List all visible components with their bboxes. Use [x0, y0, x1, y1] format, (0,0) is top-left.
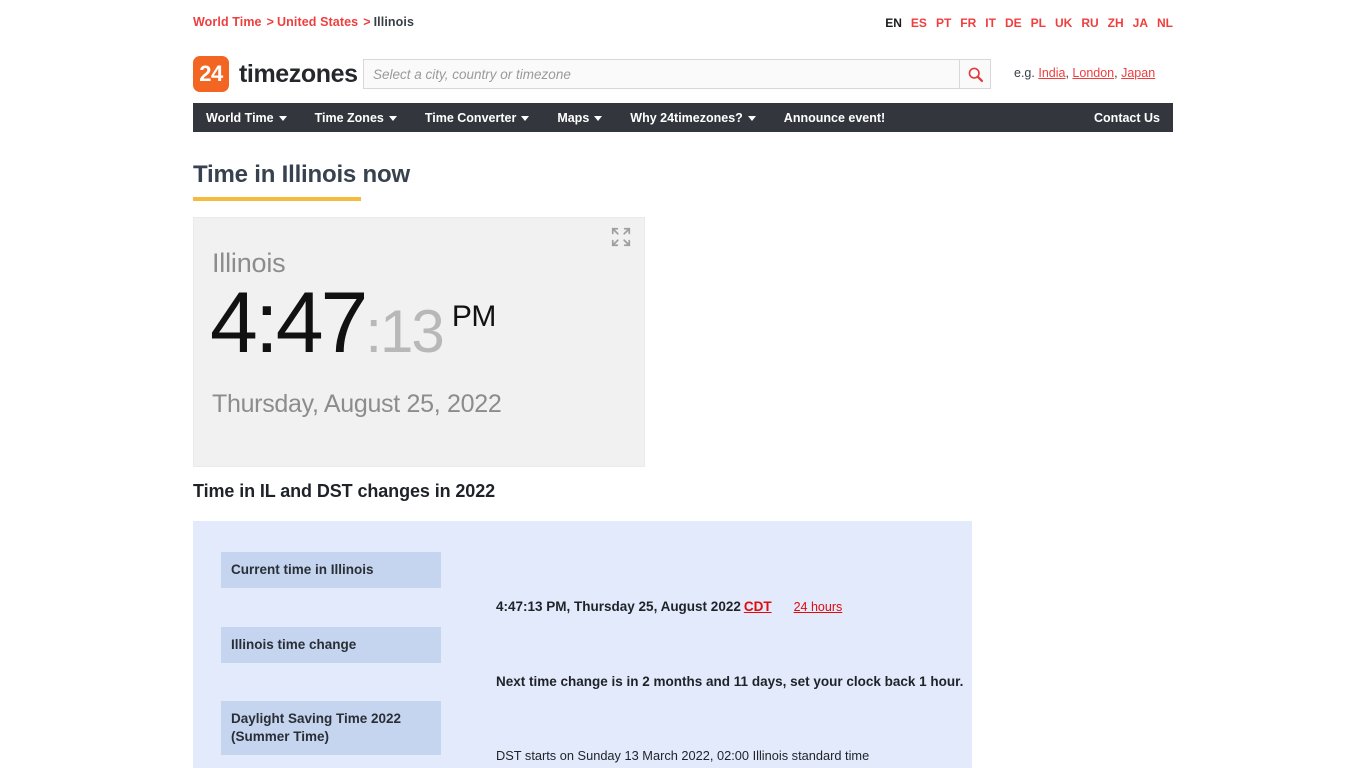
lang-uk[interactable]: UK — [1055, 16, 1072, 30]
lang-de[interactable]: DE — [1005, 16, 1022, 30]
nav-label: Maps — [557, 110, 590, 125]
breadcrumb-item-world-time[interactable]: World Time — [193, 15, 262, 29]
timezone-abbr-link[interactable]: CDT — [744, 599, 772, 614]
logo-badge: 24 — [193, 56, 229, 92]
nav-label: World Time — [206, 110, 274, 125]
breadcrumb: World Time > United States > Illinois — [193, 15, 414, 29]
lang-zh[interactable]: ZH — [1108, 16, 1124, 30]
example-link-japan[interactable]: Japan — [1121, 66, 1155, 80]
row-label-daylight-saving: Daylight Saving Time 2022 (Summer Time) — [221, 701, 441, 755]
lang-nl[interactable]: NL — [1157, 16, 1173, 30]
current-time-value: 4:47:13 PM, Thursday 25, August 2022 — [496, 599, 741, 614]
search-examples: e.g. India, London, Japan — [1014, 66, 1155, 80]
site-logo[interactable]: 24 timezones — [193, 56, 358, 92]
nav-item-why-24timezones[interactable]: Why 24timezones? — [616, 103, 770, 132]
page-title-underline — [193, 197, 361, 201]
chevron-down-icon — [747, 116, 756, 121]
chevron-down-icon — [388, 116, 397, 121]
clock-seconds: :13 — [365, 298, 444, 365]
example-link-london[interactable]: London — [1072, 66, 1114, 80]
language-selector: EN ES PT FR IT DE PL UK RU ZH JA NL — [885, 16, 1173, 30]
chevron-down-icon — [521, 116, 530, 121]
examples-comma-2: , — [1114, 66, 1118, 80]
row-value-current-time: 4:47:13 PM, Thursday 25, August 2022 CDT 2… — [496, 596, 842, 618]
nav-item-time-zones[interactable]: Time Zones — [301, 103, 411, 132]
nav-item-world-time[interactable]: World Time — [193, 103, 301, 132]
clock-date: Thursday, August 25, 2022 — [212, 390, 502, 418]
row-label-current-time: Current time in Illinois — [221, 552, 441, 588]
nav-item-maps[interactable]: Maps — [543, 103, 616, 132]
examples-prefix: e.g. — [1014, 66, 1035, 80]
lang-es[interactable]: ES — [911, 16, 927, 30]
clock-widget: Illinois 4:47:13 PM Thursday, August 25, … — [193, 217, 645, 467]
clock-hours-minutes: 4:47 — [210, 275, 368, 371]
nav-label: Announce event! — [783, 110, 886, 125]
search-button[interactable] — [959, 59, 991, 89]
breadcrumb-separator: > — [266, 15, 275, 29]
lang-ru[interactable]: RU — [1081, 16, 1098, 30]
row-label-time-change: Illinois time change — [221, 627, 441, 663]
nav-label: Why 24timezones? — [630, 110, 743, 125]
clock-time: 4:47:13 PM — [210, 280, 496, 366]
breadcrumb-item-united-states[interactable]: United States — [277, 15, 358, 29]
chevron-down-icon — [278, 116, 287, 121]
example-link-india[interactable]: India — [1038, 66, 1065, 80]
clock-ampm: PM — [451, 300, 497, 333]
logo-text: timezones — [239, 59, 358, 88]
page-root: World Time > United States > Illinois EN ES PT… — [0, 0, 1366, 768]
nav-label: Contact Us — [1094, 110, 1160, 125]
dst-start-line: DST starts on Sunday 13 March 2022, 02:0… — [496, 748, 870, 763]
examples-comma-1: , — [1065, 66, 1069, 80]
chevron-down-icon — [594, 116, 603, 121]
search-input[interactable] — [363, 59, 959, 89]
24-hours-link[interactable]: 24 hours — [794, 600, 843, 614]
lang-fr[interactable]: FR — [960, 16, 976, 30]
search-icon — [968, 67, 983, 82]
breadcrumb-item-illinois: Illinois — [373, 15, 414, 29]
lang-ja[interactable]: JA — [1133, 16, 1148, 30]
lang-pl[interactable]: PL — [1031, 16, 1046, 30]
nav-item-announce-event[interactable]: Announce event! — [770, 103, 899, 132]
lang-it[interactable]: IT — [985, 16, 996, 30]
site-header: 24 timezones e.g. India, London, Japan — [0, 52, 1366, 100]
search-bar — [363, 59, 991, 89]
nav-label: Time Zones — [314, 110, 384, 125]
dst-section-heading: Time in IL and DST changes in 2022 — [193, 481, 496, 501]
nav-label: Time Converter — [424, 110, 517, 125]
top-bar: World Time > United States > Illinois EN ES PT… — [0, 0, 1366, 44]
lang-pt[interactable]: PT — [936, 16, 951, 30]
row-value-time-change: Next time change is in 2 months and 11 d… — [496, 674, 964, 689]
page-title: Time in Illinois now — [193, 161, 410, 188]
fullscreen-expand-icon[interactable] — [610, 226, 632, 248]
nav-item-contact-us[interactable]: Contact Us — [1080, 103, 1173, 132]
dst-info-panel: Current time in Illinois 4:47:13 PM, Thu… — [193, 521, 972, 768]
lang-en[interactable]: EN — [885, 16, 902, 30]
main-navigation: World Time Time Zones Time Converter Map… — [193, 103, 1173, 132]
row-value-daylight-saving: DST starts on Sunday 13 March 2022, 02:0… — [496, 745, 883, 768]
breadcrumb-separator: > — [363, 15, 371, 29]
nav-item-time-converter[interactable]: Time Converter — [411, 103, 543, 132]
